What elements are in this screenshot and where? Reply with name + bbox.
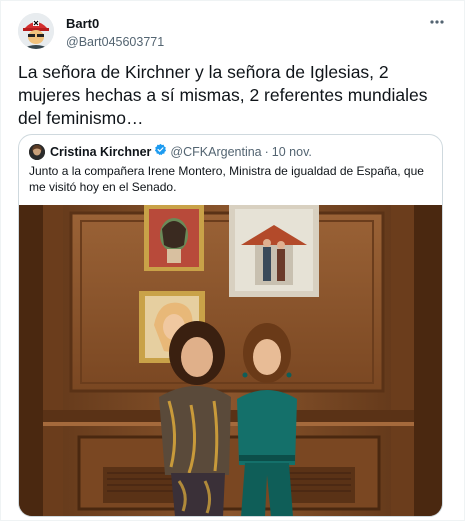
tweet-card[interactable]: Bart0 @Bart045603771 La señora de Kirchn… bbox=[0, 0, 465, 521]
author-handle[interactable]: @Bart045603771 bbox=[66, 34, 164, 50]
quoted-separator: · bbox=[264, 144, 269, 159]
verified-badge-icon bbox=[154, 143, 167, 160]
quoted-date[interactable]: 10 nov. bbox=[272, 144, 312, 160]
more-icon[interactable] bbox=[426, 13, 448, 31]
quoted-avatar bbox=[29, 143, 45, 160]
author-info[interactable]: Bart0 @Bart045603771 bbox=[66, 16, 164, 50]
author-name[interactable]: Bart0 bbox=[66, 16, 164, 32]
tweet-text: La señora de Kirchner y la señora de Igl… bbox=[18, 62, 428, 128]
quoted-photo[interactable] bbox=[19, 205, 442, 516]
quoted-header: Cristina Kirchner @CFKArgentina · 10 nov… bbox=[29, 143, 312, 160]
quoted-author-name: Cristina Kirchner bbox=[50, 144, 152, 159]
quoted-author-handle: @CFKArgentina bbox=[170, 144, 262, 159]
quoted-tweet[interactable]: Cristina Kirchner @CFKArgentina · 10 nov… bbox=[18, 134, 443, 517]
author-avatar[interactable] bbox=[18, 13, 54, 49]
quoted-text: Junto a la compañera Irene Montero, Mini… bbox=[29, 164, 424, 194]
